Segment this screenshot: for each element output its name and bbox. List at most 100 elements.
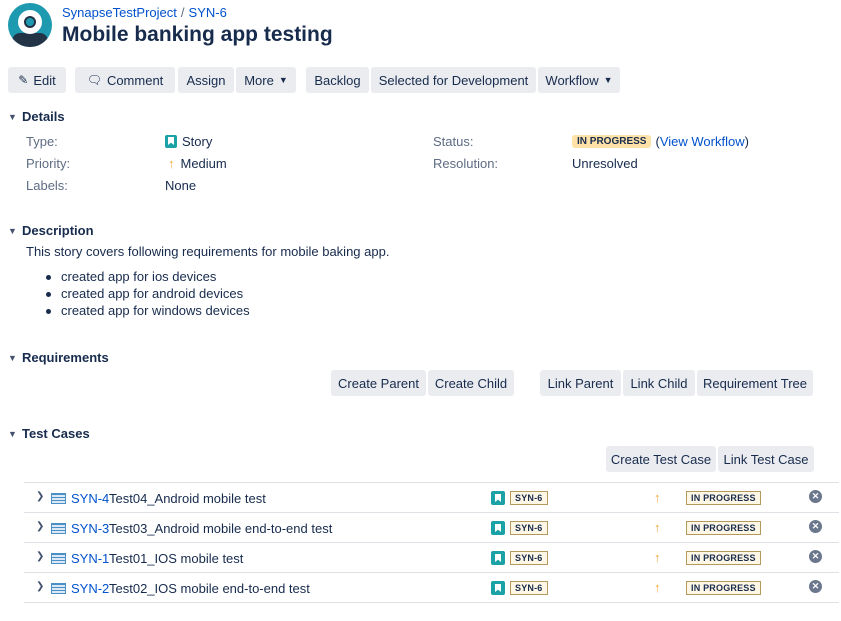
list-item: created app for ios devices xyxy=(44,269,250,286)
arrow-up-icon: ↑ xyxy=(168,156,175,171)
backlog-button[interactable]: Backlog xyxy=(306,67,369,93)
edit-button[interactable]: ✎ Edit xyxy=(8,67,66,93)
test-case-key[interactable]: SYN-1 xyxy=(71,551,109,566)
description-list: created app for ios devices created app … xyxy=(44,269,250,320)
test-cases-section-toggle[interactable]: ▼ Test Cases xyxy=(8,426,90,441)
create-child-button[interactable]: Create Child xyxy=(428,370,514,396)
test-case-key[interactable]: SYN-3 xyxy=(71,521,109,536)
test-case-summary[interactable]: Test03_Android mobile end-to-end test xyxy=(109,521,332,536)
breadcrumb-issue-key[interactable]: SYN-6 xyxy=(189,5,227,20)
workflow-button[interactable]: Workflow ▼ xyxy=(538,67,620,93)
more-button-label: More xyxy=(244,72,274,88)
priority-value-text: Medium xyxy=(180,156,227,171)
chevron-down-icon: ▼ xyxy=(8,428,17,439)
chevron-right-icon[interactable]: ❯ xyxy=(36,521,44,532)
project-avatar[interactable] xyxy=(8,3,52,47)
type-value-text: Story xyxy=(182,134,213,149)
selected-for-development-button[interactable]: Selected for Development xyxy=(371,67,536,93)
story-icon xyxy=(491,521,505,535)
priority-value: ↑ Medium xyxy=(168,156,227,171)
chevron-right-icon[interactable]: ❯ xyxy=(36,491,44,502)
story-icon xyxy=(491,491,505,505)
test-cases-heading: Test Cases xyxy=(22,426,90,441)
test-cases-table: ❯ SYN-4 Test04_Android mobile test SYN-6… xyxy=(24,482,839,603)
remove-icon[interactable]: ✕ xyxy=(809,520,822,533)
story-icon xyxy=(491,551,505,565)
test-case-icon xyxy=(51,523,66,534)
test-case-key[interactable]: SYN-4 xyxy=(71,491,109,506)
status-value: IN PROGRESS (View Workflow) xyxy=(572,134,749,149)
status-label: Status: xyxy=(433,134,474,149)
page-title: Mobile banking app testing xyxy=(62,23,333,46)
chevron-down-icon: ▼ xyxy=(278,75,288,85)
requirements-section-toggle[interactable]: ▼ Requirements xyxy=(8,350,109,365)
story-icon xyxy=(491,581,505,595)
test-case-summary[interactable]: Test01_IOS mobile test xyxy=(109,551,243,566)
chevron-right-icon[interactable]: ❯ xyxy=(36,581,44,592)
workflow-button-label: Workflow xyxy=(545,72,599,88)
remove-icon[interactable]: ✕ xyxy=(809,550,822,563)
create-parent-button[interactable]: Create Parent xyxy=(331,370,426,396)
requirements-heading: Requirements xyxy=(22,350,109,365)
arrow-up-icon: ↑ xyxy=(654,550,661,565)
description-heading: Description xyxy=(22,223,94,238)
arrow-up-icon: ↑ xyxy=(654,520,661,535)
test-case-icon xyxy=(51,553,66,564)
description-section-toggle[interactable]: ▼ Description xyxy=(8,223,94,238)
test-case-summary[interactable]: Test04_Android mobile test xyxy=(109,491,266,506)
priority-label: Priority: xyxy=(26,156,71,171)
resolution-value: Unresolved xyxy=(572,156,638,171)
parent-issue-key[interactable]: SYN-6 xyxy=(510,521,548,535)
details-section-toggle[interactable]: ▼ Details xyxy=(8,109,65,124)
more-button[interactable]: More ▼ xyxy=(236,67,296,93)
type-value: Story xyxy=(165,134,212,149)
labels-label: Labels: xyxy=(26,178,68,193)
chevron-down-icon: ▼ xyxy=(8,352,17,363)
selected-for-development-label: Selected for Development xyxy=(378,72,529,88)
link-test-case-button[interactable]: Link Test Case xyxy=(718,446,814,472)
remove-icon[interactable]: ✕ xyxy=(809,490,822,503)
status-badge: IN PROGRESS xyxy=(572,135,652,148)
parent-issue-key[interactable]: SYN-6 xyxy=(510,581,548,595)
backlog-button-label: Backlog xyxy=(314,72,361,88)
list-item: created app for android devices xyxy=(44,286,250,303)
status-badge: IN PROGRESS xyxy=(686,581,761,595)
test-case-icon xyxy=(51,583,66,594)
speech-bubble-icon: 🗨︎ xyxy=(86,73,102,87)
view-workflow-link[interactable]: View Workflow xyxy=(660,134,745,149)
status-badge: IN PROGRESS xyxy=(686,491,761,505)
breadcrumb-separator: / xyxy=(180,5,185,20)
table-row: ❯ SYN-3 Test03_Android mobile end-to-end… xyxy=(24,513,839,543)
breadcrumb-project[interactable]: SynapseTestProject xyxy=(62,5,177,20)
requirement-tree-button[interactable]: Requirement Tree xyxy=(697,370,813,396)
comment-button[interactable]: 🗨︎ Comment xyxy=(75,67,175,93)
pencil-icon: ✎ xyxy=(18,73,29,87)
status-badge: IN PROGRESS xyxy=(686,551,761,565)
labels-value: None xyxy=(165,178,197,193)
parent-issue-key[interactable]: SYN-6 xyxy=(510,551,548,565)
chevron-down-icon: ▼ xyxy=(603,75,613,85)
table-row: ❯ SYN-1 Test01_IOS mobile test SYN-6 ↑ I… xyxy=(24,543,839,573)
view-workflow-close-paren: ) xyxy=(744,134,749,149)
link-parent-button[interactable]: Link Parent xyxy=(540,370,621,396)
comment-button-label: Comment xyxy=(106,72,164,88)
status-badge: IN PROGRESS xyxy=(686,521,761,535)
remove-icon[interactable]: ✕ xyxy=(809,580,822,593)
test-case-key[interactable]: SYN-2 xyxy=(71,581,109,596)
test-case-icon xyxy=(51,493,66,504)
breadcrumb: SynapseTestProject / SYN-6 xyxy=(62,5,227,20)
chevron-right-icon[interactable]: ❯ xyxy=(36,551,44,562)
table-row: ❯ SYN-4 Test04_Android mobile test SYN-6… xyxy=(24,483,839,513)
list-item: created app for windows devices xyxy=(44,303,250,320)
parent-issue-key[interactable]: SYN-6 xyxy=(510,491,548,505)
test-case-summary[interactable]: Test02_IOS mobile end-to-end test xyxy=(109,581,310,596)
chevron-down-icon: ▼ xyxy=(8,225,17,236)
table-row: ❯ SYN-2 Test02_IOS mobile end-to-end tes… xyxy=(24,573,839,603)
create-test-case-button[interactable]: Create Test Case xyxy=(606,446,716,472)
details-heading: Details xyxy=(22,109,65,124)
arrow-up-icon: ↑ xyxy=(654,490,661,505)
arrow-up-icon: ↑ xyxy=(654,580,661,595)
assign-button[interactable]: Assign xyxy=(178,67,234,93)
link-child-button[interactable]: Link Child xyxy=(623,370,695,396)
type-label: Type: xyxy=(26,134,58,149)
